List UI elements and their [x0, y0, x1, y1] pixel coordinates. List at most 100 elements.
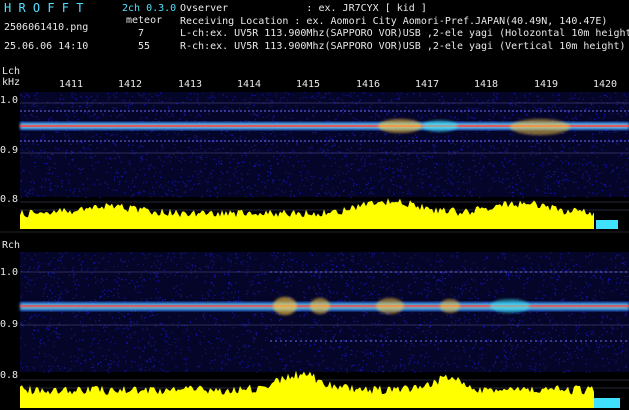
noise-speck [350, 163, 352, 166]
noise-speck [285, 286, 287, 288]
noise-speck [271, 101, 273, 103]
noise-speck [323, 337, 325, 339]
noise-speck [77, 196, 79, 198]
noise-speck [152, 187, 154, 189]
noise-speck [236, 182, 238, 184]
noise-speck [241, 186, 243, 188]
noise-speck [238, 109, 240, 111]
noise-speck [163, 329, 165, 331]
noise-speck [404, 345, 406, 347]
noise-speck [386, 288, 388, 290]
noise-speck [442, 273, 444, 275]
noise-speck [538, 264, 540, 266]
noise-speck [116, 133, 118, 136]
noise-speck [510, 320, 512, 322]
noise-speck [567, 120, 569, 122]
noise-speck [267, 175, 269, 177]
noise-speck [595, 180, 597, 183]
noise-speck [591, 164, 593, 166]
noise-speck [463, 349, 465, 351]
noise-speck [566, 286, 568, 288]
noise-speck [41, 135, 43, 137]
noise-speck [559, 257, 561, 259]
noise-speck [501, 161, 503, 163]
noise-speck [140, 192, 142, 194]
noise-speck [460, 166, 462, 168]
noise-speck [610, 258, 612, 260]
noise-speck [110, 341, 112, 343]
noise-speck [545, 172, 548, 174]
noise-speck [290, 266, 292, 268]
noise-speck [120, 135, 122, 137]
noise-speck [607, 279, 609, 281]
noise-speck [85, 325, 87, 327]
noise-speck [235, 282, 237, 284]
noise-speck [393, 115, 395, 117]
noise-speck [165, 332, 167, 334]
noise-speck [438, 289, 440, 291]
noise-speck [507, 358, 509, 360]
noise-speck [162, 146, 164, 148]
noise-speck [198, 103, 200, 106]
noise-speck [237, 143, 239, 145]
noise-speck [328, 115, 330, 117]
noise-speck [352, 365, 354, 367]
noise-speck [196, 138, 198, 140]
noise-speck [319, 292, 321, 294]
noise-speck [271, 105, 273, 107]
noise-speck [70, 360, 73, 362]
noise-speck [215, 319, 217, 321]
noise-speck [141, 155, 143, 157]
noise-speck [599, 290, 601, 292]
noise-speck [58, 294, 60, 296]
noise-speck [428, 156, 430, 158]
noise-speck [270, 165, 272, 167]
noise-speck [539, 108, 541, 110]
noise-speck [52, 272, 54, 274]
noise-speck [37, 262, 39, 264]
noise-speck [77, 119, 79, 121]
noise-speck [462, 145, 464, 147]
noise-speck [441, 163, 443, 165]
noise-speck [257, 353, 259, 355]
noise-speck [334, 257, 336, 259]
noise-speck [309, 252, 311, 254]
noise-speck [129, 160, 131, 162]
noise-speck [232, 317, 234, 319]
noise-speck [383, 177, 385, 180]
noise-speck [611, 332, 613, 334]
noise-speck [286, 181, 288, 183]
noise-speck [557, 175, 559, 177]
noise-speck [137, 130, 139, 132]
noise-speck [120, 161, 122, 163]
noise-speck [389, 353, 391, 355]
noise-speck [435, 336, 437, 338]
noise-speck [131, 103, 134, 105]
noise-speck [199, 144, 202, 147]
noise-speck [601, 315, 603, 317]
noise-speck [151, 196, 153, 198]
noise-speck [267, 171, 269, 173]
noise-speck [150, 358, 152, 360]
noise-speck [334, 135, 336, 137]
noise-speck [586, 180, 589, 182]
noise-speck [176, 189, 178, 191]
noise-speck [127, 105, 129, 107]
noise-speck [468, 283, 471, 285]
noise-speck [268, 114, 270, 116]
noise-speck [472, 262, 474, 264]
noise-speck [583, 159, 585, 161]
noise-speck [422, 182, 424, 184]
noise-speck [323, 150, 325, 152]
noise-speck [531, 151, 533, 153]
noise-speck [328, 191, 330, 193]
noise-speck [81, 348, 83, 351]
noise-speck [425, 158, 427, 160]
noise-speck [337, 151, 339, 153]
noise-speck [620, 154, 622, 156]
noise-speck [255, 300, 257, 302]
noise-speck [232, 99, 234, 101]
noise-speck [266, 327, 268, 329]
noise-speck [133, 168, 135, 171]
noise-speck [543, 164, 545, 166]
